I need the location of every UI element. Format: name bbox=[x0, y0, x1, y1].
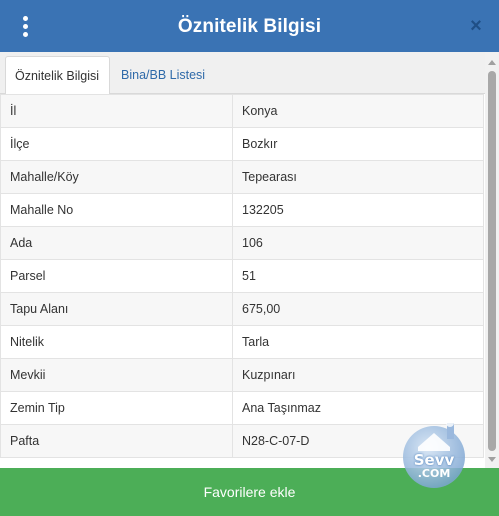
tab-bar: Öznitelik Bilgisi Bina/BB Listesi bbox=[0, 52, 485, 95]
attribute-value: 51 bbox=[232, 259, 484, 293]
attribute-key: İl bbox=[0, 94, 233, 128]
attribute-key: Mevkii bbox=[0, 358, 233, 392]
attribute-value: Tarla bbox=[232, 325, 484, 359]
attribute-value: 106 bbox=[232, 226, 484, 260]
table-row: Mahalle/Köy Tepearası bbox=[0, 160, 484, 194]
table-row: Mevkii Kuzpınarı bbox=[0, 358, 484, 392]
attribute-key: Ada bbox=[0, 226, 233, 260]
attribute-key: Zemin Tip bbox=[0, 391, 233, 425]
attribute-value: Bozkır bbox=[232, 127, 484, 161]
attribute-value: Kuzpınarı bbox=[232, 358, 484, 392]
attribute-value: 132205 bbox=[232, 193, 484, 227]
table-row: Parsel 51 bbox=[0, 259, 484, 293]
attribute-key: Pafta bbox=[0, 424, 233, 458]
table-row: Tapu Alanı 675,00 bbox=[0, 292, 484, 326]
attribute-value: Tepearası bbox=[232, 160, 484, 194]
table-row: Mahalle No 132205 bbox=[0, 193, 484, 227]
attribute-value: Konya bbox=[232, 94, 484, 128]
attribute-key: İlçe bbox=[0, 127, 233, 161]
tab-building-list[interactable]: Bina/BB Listesi bbox=[112, 56, 214, 95]
attribute-key: Parsel bbox=[0, 259, 233, 293]
attribute-table: İl Konya İlçe Bozkır Mahalle/Köy Tepeara… bbox=[0, 94, 484, 458]
sevv-watermark-logo: Sevv .COM bbox=[396, 417, 472, 491]
vertical-scrollbar[interactable] bbox=[485, 52, 499, 468]
scroll-up-arrow-icon[interactable] bbox=[488, 60, 496, 65]
close-icon[interactable]: × bbox=[465, 15, 487, 37]
table-row: İlçe Bozkır bbox=[0, 127, 484, 161]
scrollbar-thumb[interactable] bbox=[488, 71, 496, 451]
table-row: Nitelik Tarla bbox=[0, 325, 484, 359]
attribute-key: Mahalle No bbox=[0, 193, 233, 227]
table-row: Ada 106 bbox=[0, 226, 484, 260]
tab-attribute-info[interactable]: Öznitelik Bilgisi bbox=[5, 56, 110, 95]
attribute-table-container: İl Konya İlçe Bozkır Mahalle/Köy Tepeara… bbox=[0, 94, 485, 468]
attribute-key: Mahalle/Köy bbox=[0, 160, 233, 194]
table-row: İl Konya bbox=[0, 94, 484, 128]
attribute-key: Tapu Alanı bbox=[0, 292, 233, 326]
watermark-subtext: .COM bbox=[417, 467, 451, 480]
dialog-header: Öznitelik Bilgisi × bbox=[0, 0, 499, 52]
attribute-value: 675,00 bbox=[232, 292, 484, 326]
dialog-title: Öznitelik Bilgisi bbox=[177, 16, 322, 37]
scroll-down-arrow-icon[interactable] bbox=[488, 457, 496, 462]
attribute-key: Nitelik bbox=[0, 325, 233, 359]
